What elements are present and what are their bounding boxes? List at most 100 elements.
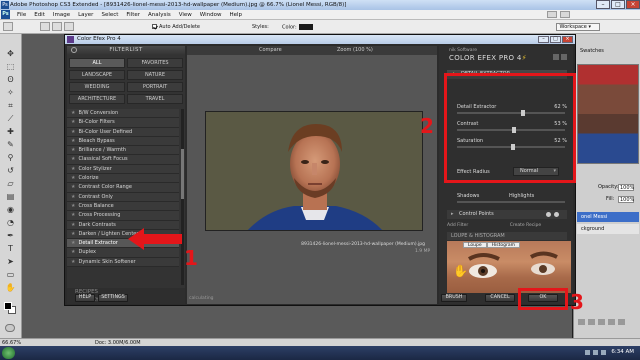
shadows-highlights-slider[interactable] [457, 201, 565, 203]
menu-file[interactable]: File [13, 12, 30, 18]
slice-tool-icon[interactable]: ⟋ [4, 113, 17, 124]
healing-brush-icon[interactable]: ✚ [4, 126, 17, 137]
category-favorites[interactable]: FAVORITES [127, 58, 183, 68]
type-tool-icon[interactable]: T [4, 243, 17, 254]
magic-wand-icon[interactable]: ✧ [4, 87, 17, 98]
filter-item[interactable]: ★ Bi-Color Filters [67, 118, 179, 128]
auto-add-delete-option[interactable]: Auto Add/Delete [152, 24, 200, 30]
favorite-star-icon[interactable]: ★ [71, 212, 75, 218]
crop-tool-icon[interactable]: ⌗ [4, 100, 17, 111]
favorite-star-icon[interactable]: ★ [71, 194, 75, 200]
link-layers-icon[interactable] [578, 319, 585, 325]
menu-edit[interactable]: Edit [30, 12, 49, 18]
brush-tool-icon[interactable]: ✎ [4, 139, 17, 150]
scrollbar-thumb[interactable] [181, 149, 184, 199]
flag-icon[interactable] [601, 350, 606, 355]
plugin-minimize-button[interactable]: – [538, 36, 549, 43]
plugin-close-button[interactable]: × [562, 36, 573, 43]
favorite-star-icon[interactable]: ★ [71, 184, 75, 190]
mask-icon[interactable] [598, 319, 605, 325]
menu-filter[interactable]: Filter [122, 12, 144, 18]
fill-pixels-icon[interactable] [64, 22, 74, 31]
workspace-dropdown[interactable]: Workspace ▾ [555, 23, 600, 31]
start-button[interactable] [2, 347, 15, 359]
volume-icon[interactable] [593, 350, 598, 355]
compare-button[interactable]: Compare [259, 47, 289, 54]
favorite-star-icon[interactable]: ★ [71, 231, 75, 237]
menu-help[interactable]: Help [225, 12, 246, 18]
menu-analysis[interactable]: Analysis [144, 12, 175, 18]
foreground-color-swatch[interactable] [4, 302, 12, 310]
filter-item[interactable]: ★ Colorize [67, 174, 179, 184]
maximize-button[interactable]: □ [611, 0, 625, 9]
plugin-maximize-button[interactable]: □ [550, 36, 561, 43]
favorite-star-icon[interactable]: ★ [71, 222, 75, 228]
menu-layer[interactable]: Layer [74, 12, 97, 18]
quick-mask-icon[interactable] [5, 324, 15, 332]
favorite-star-icon[interactable]: ★ [71, 175, 75, 181]
favorite-star-icon[interactable]: ★ [71, 249, 75, 255]
pen-tool-icon[interactable]: ✒ [4, 230, 17, 241]
eraser-tool-icon[interactable]: ▱ [4, 178, 17, 189]
favorite-star-icon[interactable]: ★ [71, 119, 75, 125]
favorite-star-icon[interactable]: ★ [71, 259, 75, 265]
bridge-icon[interactable] [547, 11, 557, 18]
help-button[interactable]: HELP [75, 294, 95, 302]
menu-window[interactable]: Window [196, 12, 226, 18]
menu-image[interactable]: Image [49, 12, 74, 18]
favorite-star-icon[interactable]: ★ [71, 138, 75, 144]
blur-tool-icon[interactable]: ◉ [4, 204, 17, 215]
gradient-tool-icon[interactable]: ▤ [4, 191, 17, 202]
minimize-button[interactable]: – [596, 0, 610, 9]
filter-item[interactable]: ★ Brilliance / Warmth [67, 146, 179, 156]
zoom-control[interactable]: Zoom (100 %) [337, 47, 373, 54]
histogram-tab[interactable]: Histogram [486, 242, 521, 248]
path-selection-icon[interactable]: ➤ [4, 256, 17, 267]
hand-tool-icon[interactable]: ✋ [4, 282, 17, 293]
filter-item[interactable]: ★ Contrast Color Range [67, 183, 179, 193]
layer-row-active[interactable]: onel Messi [577, 212, 639, 222]
swatches-tab[interactable]: Swatches [580, 48, 604, 54]
settings-button[interactable]: SETTINGS [98, 294, 128, 302]
history-brush-icon[interactable]: ↺ [4, 165, 17, 176]
filter-item[interactable]: ★ Dynamic Skin Softener [67, 257, 179, 268]
remove-control-point-icon[interactable] [554, 212, 559, 217]
filter-item[interactable]: ★ Classical Soft Focus [67, 155, 179, 165]
favorite-star-icon[interactable]: ★ [71, 110, 75, 116]
paths-icon[interactable] [52, 22, 62, 31]
clock[interactable]: 6:34 AM [611, 349, 634, 355]
favorite-star-icon[interactable]: ★ [71, 240, 75, 246]
lasso-tool-icon[interactable]: ʘ [4, 74, 17, 85]
category-travel[interactable]: TRAVEL [127, 94, 183, 104]
loupe-tab[interactable]: Loupe [463, 242, 487, 248]
filter-item[interactable]: ★ Bi-Color User Defined [67, 127, 179, 137]
favorite-star-icon[interactable]: ★ [71, 166, 75, 172]
filter-item[interactable]: ★ Bleach Bypass [67, 136, 179, 147]
category-portrait[interactable]: PORTRAIT [127, 82, 183, 92]
brush-button[interactable]: BRUSH [441, 294, 467, 302]
favorite-star-icon[interactable]: ★ [71, 156, 75, 162]
filter-item[interactable]: ★ Cross Balance [67, 201, 179, 212]
create-recipe-button[interactable]: Create Recipe [510, 223, 541, 228]
clone-stamp-icon[interactable]: ⚲ [4, 152, 17, 163]
fx-icon[interactable] [588, 319, 595, 325]
category-nature[interactable]: NATURE [127, 70, 183, 80]
shape-tool-icon[interactable]: ▭ [4, 269, 17, 280]
filter-item[interactable]: ★ Color Stylizer [67, 164, 179, 175]
category-wedding[interactable]: WEDDING [69, 82, 125, 92]
network-icon[interactable] [585, 350, 590, 355]
trash-icon[interactable] [618, 319, 625, 325]
screen-mode-icon[interactable] [560, 11, 570, 18]
loupe-histogram-header[interactable]: LOUPE & HISTOGRAM [447, 232, 567, 240]
move-tool-icon[interactable]: ✥ [4, 48, 17, 59]
layer-row-background[interactable]: ckground [577, 224, 639, 234]
favorite-star-icon[interactable]: ★ [71, 129, 75, 135]
filter-item[interactable]: ★ Cross Processing [67, 211, 179, 221]
favorite-star-icon[interactable]: ★ [71, 203, 75, 209]
opacity-field[interactable]: 100% [618, 184, 634, 191]
new-layer-icon[interactable] [608, 319, 615, 325]
filter-item[interactable]: ★ Contrast Only [67, 192, 179, 202]
color-swatch[interactable] [298, 24, 313, 30]
view-mode-icon[interactable] [553, 54, 559, 60]
control-points-row[interactable]: ▸ Control Points [447, 210, 567, 219]
